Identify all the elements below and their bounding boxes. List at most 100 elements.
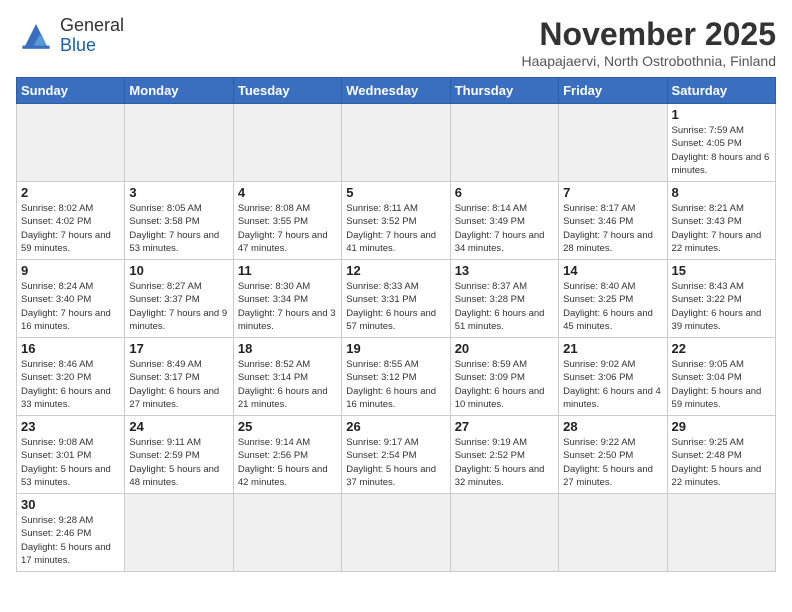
day-number: 13 (455, 263, 554, 278)
day-number: 4 (238, 185, 337, 200)
calendar-day-cell: 22Sunrise: 9:05 AM Sunset: 3:04 PM Dayli… (667, 338, 775, 416)
day-info: Sunrise: 8:11 AM Sunset: 3:52 PM Dayligh… (346, 202, 445, 255)
day-number: 27 (455, 419, 554, 434)
day-number: 21 (563, 341, 662, 356)
calendar-body: 1Sunrise: 7:59 AM Sunset: 4:05 PM Daylig… (17, 104, 776, 572)
calendar-day-cell (450, 494, 558, 572)
day-number: 12 (346, 263, 445, 278)
calendar-day-cell (342, 494, 450, 572)
calendar-day-cell: 30 Sunrise: 9:28 AM Sunset: 2:46 PM Dayli… (17, 494, 125, 572)
day-info: Sunrise: 8:17 AM Sunset: 3:46 PM Dayligh… (563, 202, 662, 255)
day-info: Sunrise: 8:40 AM Sunset: 3:25 PM Dayligh… (563, 280, 662, 333)
calendar-day-cell: 6 Sunrise: 8:14 AM Sunset: 3:49 PM Daylig… (450, 182, 558, 260)
day-info: Sunrise: 8:05 AM Sunset: 3:58 PM Dayligh… (129, 202, 228, 255)
day-info: Sunrise: 8:30 AM Sunset: 3:34 PM Dayligh… (238, 280, 337, 333)
calendar-day-cell: 14Sunrise: 8:40 AM Sunset: 3:25 PM Dayli… (559, 260, 667, 338)
day-info: Sunrise: 8:24 AM Sunset: 3:40 PM Dayligh… (21, 280, 120, 333)
logo-icon (16, 20, 56, 52)
day-number: 17 (129, 341, 228, 356)
calendar-day-cell (125, 494, 233, 572)
day-info: Sunrise: 8:33 AM Sunset: 3:31 PM Dayligh… (346, 280, 445, 333)
day-info: Sunrise: 8:08 AM Sunset: 3:55 PM Dayligh… (238, 202, 337, 255)
day-info: Sunrise: 7:59 AM Sunset: 4:05 PM Dayligh… (672, 124, 771, 177)
calendar-day-cell: 25 Sunrise: 9:14 AM Sunset: 2:56 PM Dayli… (233, 416, 341, 494)
day-info: Sunrise: 9:14 AM Sunset: 2:56 PM Dayligh… (238, 436, 337, 489)
day-info: Sunrise: 8:43 AM Sunset: 3:22 PM Dayligh… (672, 280, 771, 333)
calendar-day-cell (342, 104, 450, 182)
calendar-day-cell: 29 Sunrise: 9:25 AM Sunset: 2:48 PM Dayli… (667, 416, 775, 494)
day-info: Sunrise: 8:37 AM Sunset: 3:28 PM Dayligh… (455, 280, 554, 333)
calendar-day-cell (17, 104, 125, 182)
calendar-day-cell: 1Sunrise: 7:59 AM Sunset: 4:05 PM Daylig… (667, 104, 775, 182)
day-number: 5 (346, 185, 445, 200)
day-info: Sunrise: 8:02 AM Sunset: 4:02 PM Dayligh… (21, 202, 120, 255)
calendar-day-cell: 28Sunrise: 9:22 AM Sunset: 2:50 PM Dayli… (559, 416, 667, 494)
day-number: 9 (21, 263, 120, 278)
day-number: 11 (238, 263, 337, 278)
calendar-day-cell: 10Sunrise: 8:27 AM Sunset: 3:37 PM Dayli… (125, 260, 233, 338)
day-number: 23 (21, 419, 120, 434)
calendar-day-cell: 21 Sunrise: 9:02 AM Sunset: 3:06 PM Dayli… (559, 338, 667, 416)
weekday-header-cell: Thursday (450, 78, 558, 104)
calendar-day-cell (559, 104, 667, 182)
calendar-day-cell: 13 Sunrise: 8:37 AM Sunset: 3:28 PM Dayli… (450, 260, 558, 338)
day-info: Sunrise: 8:21 AM Sunset: 3:43 PM Dayligh… (672, 202, 771, 255)
day-number: 7 (563, 185, 662, 200)
calendar-day-cell: 26 Sunrise: 9:17 AM Sunset: 2:54 PM Dayli… (342, 416, 450, 494)
calendar-week-row: 2 Sunrise: 8:02 AM Sunset: 4:02 PM Daylig… (17, 182, 776, 260)
day-info: Sunrise: 9:19 AM Sunset: 2:52 PM Dayligh… (455, 436, 554, 489)
day-number: 29 (672, 419, 771, 434)
day-info: Sunrise: 9:02 AM Sunset: 3:06 PM Dayligh… (563, 358, 662, 411)
day-number: 22 (672, 341, 771, 356)
calendar-day-cell: 15 Sunrise: 8:43 AM Sunset: 3:22 PM Dayli… (667, 260, 775, 338)
day-info: Sunrise: 8:55 AM Sunset: 3:12 PM Dayligh… (346, 358, 445, 411)
day-number: 20 (455, 341, 554, 356)
calendar-day-cell: 3Sunrise: 8:05 AM Sunset: 3:58 PM Daylig… (125, 182, 233, 260)
weekday-header-cell: Friday (559, 78, 667, 104)
day-number: 6 (455, 185, 554, 200)
day-number: 24 (129, 419, 228, 434)
day-info: Sunrise: 9:28 AM Sunset: 2:46 PM Dayligh… (21, 514, 120, 567)
weekday-header-cell: Saturday (667, 78, 775, 104)
calendar-day-cell: 8Sunrise: 8:21 AM Sunset: 3:43 PM Daylig… (667, 182, 775, 260)
day-number: 26 (346, 419, 445, 434)
weekday-header-cell: Sunday (17, 78, 125, 104)
day-info: Sunrise: 8:46 AM Sunset: 3:20 PM Dayligh… (21, 358, 120, 411)
calendar-week-row: 1Sunrise: 7:59 AM Sunset: 4:05 PM Daylig… (17, 104, 776, 182)
location: Haapajaervi, North Ostrobothnia, Finland (522, 53, 776, 69)
day-info: Sunrise: 9:25 AM Sunset: 2:48 PM Dayligh… (672, 436, 771, 489)
calendar-week-row: 16Sunrise: 8:46 AM Sunset: 3:20 PM Dayli… (17, 338, 776, 416)
calendar-day-cell (450, 104, 558, 182)
weekday-header-cell: Tuesday (233, 78, 341, 104)
day-info: Sunrise: 9:11 AM Sunset: 2:59 PM Dayligh… (129, 436, 228, 489)
calendar-day-cell: 24 Sunrise: 9:11 AM Sunset: 2:59 PM Dayli… (125, 416, 233, 494)
day-info: Sunrise: 9:22 AM Sunset: 2:50 PM Dayligh… (563, 436, 662, 489)
weekday-header: SundayMondayTuesdayWednesdayThursdayFrid… (17, 78, 776, 104)
day-number: 10 (129, 263, 228, 278)
day-info: Sunrise: 8:14 AM Sunset: 3:49 PM Dayligh… (455, 202, 554, 255)
calendar-day-cell: 16Sunrise: 8:46 AM Sunset: 3:20 PM Dayli… (17, 338, 125, 416)
day-info: Sunrise: 8:52 AM Sunset: 3:14 PM Dayligh… (238, 358, 337, 411)
calendar-week-row: 9 Sunrise: 8:24 AM Sunset: 3:40 PM Daylig… (17, 260, 776, 338)
calendar-day-cell (559, 494, 667, 572)
day-number: 15 (672, 263, 771, 278)
day-info: Sunrise: 9:17 AM Sunset: 2:54 PM Dayligh… (346, 436, 445, 489)
calendar-day-cell: 12 Sunrise: 8:33 AM Sunset: 3:31 PM Dayli… (342, 260, 450, 338)
calendar-day-cell (125, 104, 233, 182)
weekday-header-cell: Wednesday (342, 78, 450, 104)
calendar-week-row: 23Sunrise: 9:08 AM Sunset: 3:01 PM Dayli… (17, 416, 776, 494)
calendar-day-cell: 7 Sunrise: 8:17 AM Sunset: 3:46 PM Daylig… (559, 182, 667, 260)
calendar-day-cell: 5 Sunrise: 8:11 AM Sunset: 3:52 PM Daylig… (342, 182, 450, 260)
day-info: Sunrise: 8:59 AM Sunset: 3:09 PM Dayligh… (455, 358, 554, 411)
calendar-week-row: 30 Sunrise: 9:28 AM Sunset: 2:46 PM Dayli… (17, 494, 776, 572)
calendar-day-cell (233, 494, 341, 572)
calendar-day-cell: 20 Sunrise: 8:59 AM Sunset: 3:09 PM Dayli… (450, 338, 558, 416)
day-number: 30 (21, 497, 120, 512)
calendar-day-cell: 18Sunrise: 8:52 AM Sunset: 3:14 PM Dayli… (233, 338, 341, 416)
calendar-day-cell: 4 Sunrise: 8:08 AM Sunset: 3:55 PM Daylig… (233, 182, 341, 260)
calendar-day-cell: 11 Sunrise: 8:30 AM Sunset: 3:34 PM Dayli… (233, 260, 341, 338)
calendar-day-cell: 19Sunrise: 8:55 AM Sunset: 3:12 PM Dayli… (342, 338, 450, 416)
calendar-day-cell: 23Sunrise: 9:08 AM Sunset: 3:01 PM Dayli… (17, 416, 125, 494)
day-number: 25 (238, 419, 337, 434)
day-number: 2 (21, 185, 120, 200)
